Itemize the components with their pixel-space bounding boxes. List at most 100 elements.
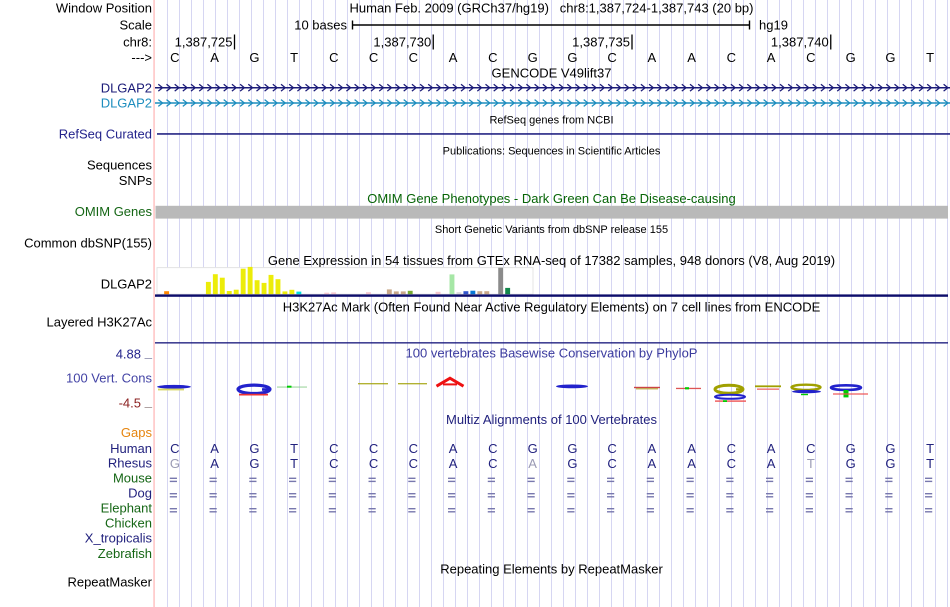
- svg-text:Short Genetic Variants from db: Short Genetic Variants from dbSNP releas…: [435, 224, 668, 236]
- svg-text:DLGAP2: DLGAP2: [101, 96, 152, 111]
- svg-text:4.88: 4.88: [116, 347, 141, 362]
- svg-text:G: G: [846, 50, 856, 65]
- svg-text:OMIM Genes: OMIM Genes: [75, 204, 153, 219]
- svg-text:G: G: [567, 441, 577, 456]
- svg-text:C: C: [369, 441, 378, 456]
- svg-text:C: C: [170, 50, 179, 65]
- svg-text:G: G: [249, 50, 259, 65]
- svg-text:Publications: Sequences in Sci: Publications: Sequences in Scientific Ar…: [443, 145, 661, 157]
- svg-text:Mouse: Mouse: [113, 471, 152, 486]
- svg-text:A: A: [687, 50, 696, 65]
- svg-text:A: A: [687, 441, 696, 456]
- svg-text:Window Position: Window Position: [56, 1, 152, 16]
- svg-text:Common dbSNP(155): Common dbSNP(155): [24, 236, 152, 251]
- svg-text:A: A: [767, 456, 776, 471]
- svg-text:Zebrafish: Zebrafish: [98, 546, 152, 561]
- svg-text:A: A: [687, 456, 696, 471]
- svg-text:Multiz Alignments of 100 Verte: Multiz Alignments of 100 Vertebrates: [446, 412, 658, 427]
- svg-text:C: C: [607, 50, 616, 65]
- svg-text:SNPs: SNPs: [119, 173, 153, 188]
- svg-text:A: A: [648, 456, 657, 471]
- svg-text:G: G: [885, 50, 895, 65]
- svg-text:C: C: [409, 441, 418, 456]
- svg-text:RefSeq genes from NCBI: RefSeq genes from NCBI: [489, 114, 613, 126]
- svg-text:T: T: [290, 441, 298, 456]
- svg-text:1,387,735: 1,387,735: [572, 35, 630, 50]
- svg-text:H3K27Ac Mark (Often Found Near: H3K27Ac Mark (Often Found Near Active Re…: [283, 300, 821, 315]
- svg-text:RefSeq Curated: RefSeq Curated: [59, 127, 152, 142]
- svg-text:hg19: hg19: [759, 18, 788, 33]
- svg-text:T: T: [926, 456, 934, 471]
- svg-text:Gene Expression in 54 tissues: Gene Expression in 54 tissues from GTEx …: [268, 253, 835, 268]
- svg-text:--->: --->: [131, 50, 152, 65]
- svg-text:Repeating Elements by RepeatMa: Repeating Elements by RepeatMasker: [440, 562, 663, 577]
- svg-text:Gaps: Gaps: [121, 425, 153, 440]
- svg-text:T: T: [290, 456, 298, 471]
- svg-text:G: G: [528, 441, 538, 456]
- svg-text:C: C: [488, 50, 497, 65]
- svg-text:_: _: [144, 394, 153, 409]
- svg-text:A: A: [648, 50, 657, 65]
- svg-text:A: A: [210, 456, 219, 471]
- svg-text:Elephant: Elephant: [101, 501, 153, 516]
- svg-text:G: G: [567, 50, 577, 65]
- svg-text:C: C: [369, 50, 378, 65]
- svg-text:G: G: [170, 456, 180, 471]
- svg-text:-4.5: -4.5: [119, 396, 141, 411]
- svg-text:T: T: [807, 456, 815, 471]
- svg-text:C: C: [409, 50, 418, 65]
- svg-text:_: _: [144, 345, 153, 360]
- svg-text:T: T: [926, 441, 934, 456]
- svg-text:C: C: [806, 50, 815, 65]
- svg-text:G: G: [846, 441, 856, 456]
- svg-text:chr8:: chr8:: [123, 35, 152, 50]
- svg-text:G: G: [846, 456, 856, 471]
- svg-text:C: C: [409, 456, 418, 471]
- svg-text:A: A: [210, 441, 219, 456]
- svg-text:DLGAP2: DLGAP2: [101, 277, 152, 292]
- svg-text:T: T: [290, 50, 298, 65]
- svg-text:Human: Human: [110, 441, 152, 456]
- svg-text:A: A: [449, 441, 458, 456]
- svg-text:GENCODE V49lift37: GENCODE V49lift37: [492, 66, 612, 81]
- svg-text:100 Vert. Cons: 100 Vert. Cons: [66, 371, 152, 386]
- svg-text:DLGAP2: DLGAP2: [101, 81, 152, 96]
- svg-text:C: C: [329, 50, 338, 65]
- svg-text:G: G: [249, 441, 259, 456]
- svg-text:1,387,725: 1,387,725: [175, 35, 233, 50]
- svg-text:C: C: [806, 441, 815, 456]
- svg-text:G: G: [885, 441, 895, 456]
- svg-text:1,387,740: 1,387,740: [771, 35, 829, 50]
- svg-text:RepeatMasker: RepeatMasker: [67, 575, 152, 590]
- svg-text:C: C: [727, 441, 736, 456]
- svg-text:A: A: [767, 441, 776, 456]
- svg-text:C: C: [170, 441, 179, 456]
- svg-text:C: C: [488, 441, 497, 456]
- svg-text:1,387,730: 1,387,730: [373, 35, 431, 50]
- svg-text:G: G: [885, 456, 895, 471]
- svg-text:100 vertebrates Basewise Conse: 100 vertebrates Basewise Conservation by…: [406, 346, 698, 361]
- svg-text:Human Feb. 2009 (GRCh37/hg19): Human Feb. 2009 (GRCh37/hg19) chr8:1,387…: [350, 1, 754, 16]
- svg-text:C: C: [607, 441, 616, 456]
- svg-text:OMIM Gene Phenotypes - Dark Gr: OMIM Gene Phenotypes - Dark Green Can Be…: [367, 191, 736, 206]
- svg-text:A: A: [528, 456, 537, 471]
- svg-text:C: C: [329, 456, 338, 471]
- svg-text:Scale: Scale: [119, 18, 152, 33]
- svg-text:10 bases: 10 bases: [294, 18, 347, 33]
- svg-text:C: C: [488, 456, 497, 471]
- svg-text:A: A: [449, 50, 458, 65]
- svg-text:A: A: [449, 456, 458, 471]
- svg-text:Rhesus: Rhesus: [108, 456, 153, 471]
- svg-text:A: A: [648, 441, 657, 456]
- svg-text:C: C: [607, 456, 616, 471]
- svg-text:C: C: [727, 50, 736, 65]
- svg-text:Chicken: Chicken: [105, 516, 152, 531]
- svg-text:Layered H3K27Ac: Layered H3K27Ac: [46, 315, 152, 330]
- svg-text:A: A: [767, 50, 776, 65]
- svg-text:G: G: [528, 50, 538, 65]
- svg-text:T: T: [926, 50, 934, 65]
- svg-text:C: C: [369, 456, 378, 471]
- svg-text:G: G: [249, 456, 259, 471]
- svg-text:C: C: [727, 456, 736, 471]
- svg-text:C: C: [329, 441, 338, 456]
